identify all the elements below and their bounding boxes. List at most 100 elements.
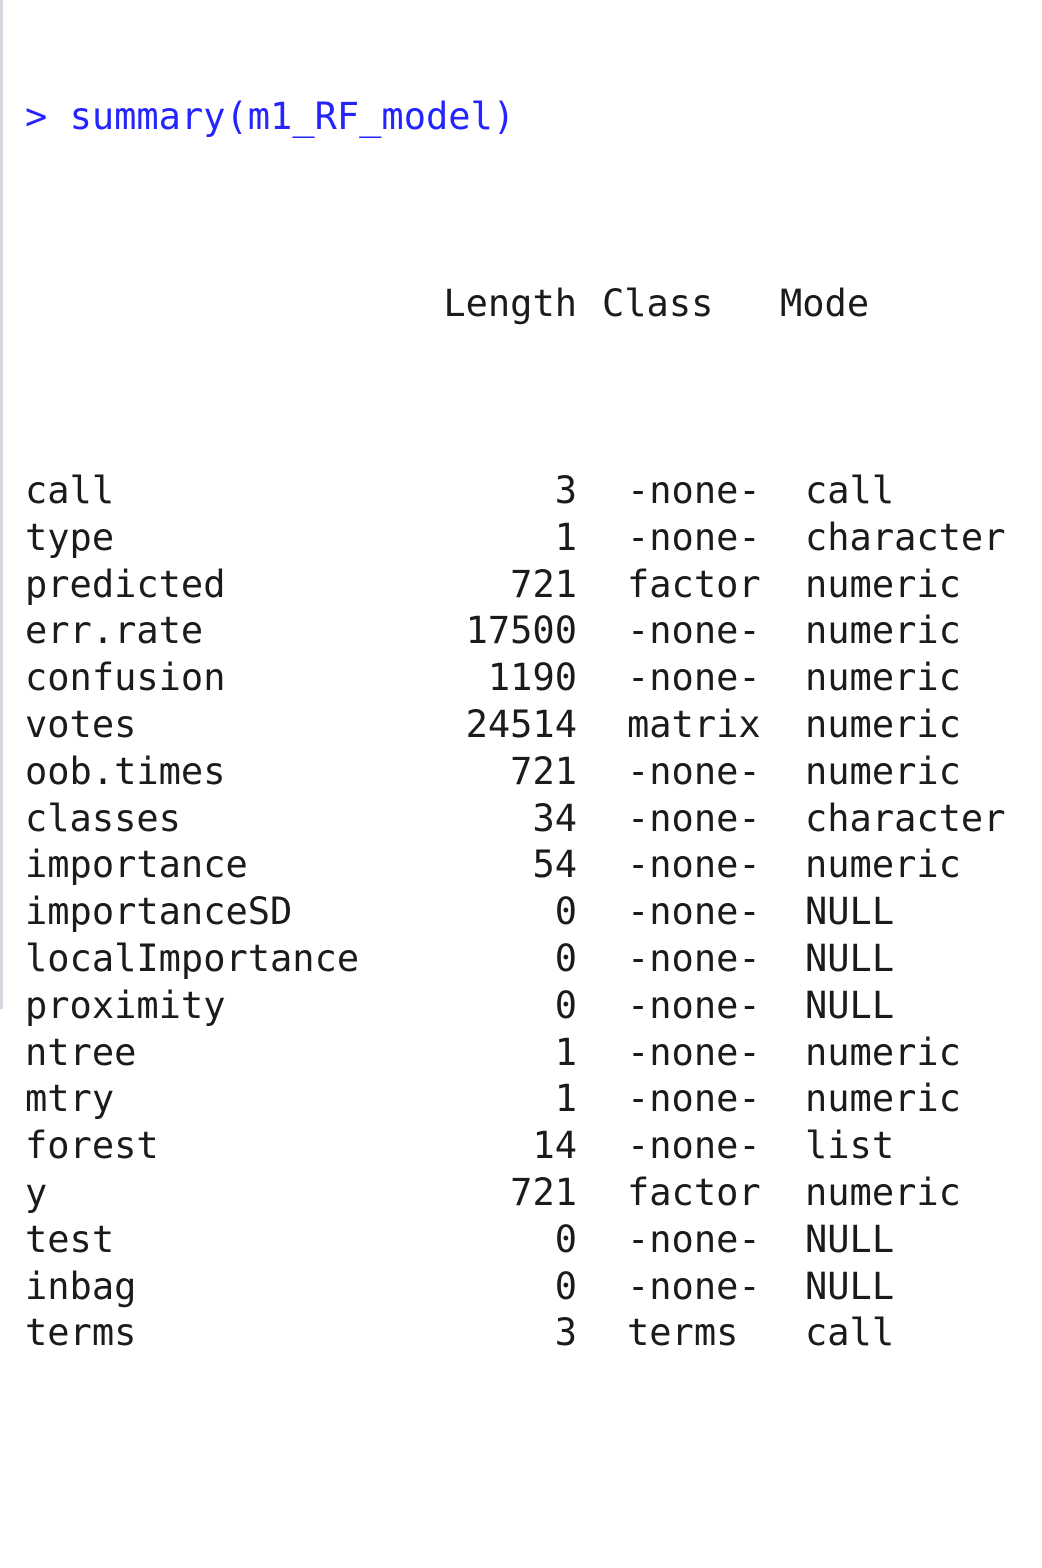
summary-row: votes 24514 matrix numeric [25, 702, 1042, 749]
component-length: 0 [554, 1217, 577, 1261]
component-length: 1 [554, 515, 577, 559]
component-name: type [25, 515, 115, 559]
component-class: -none- [627, 1077, 761, 1121]
component-length: 14 [532, 1124, 577, 1168]
component-mode: numeric [805, 749, 961, 793]
component-class: factor [627, 1170, 761, 1214]
summary-row: importance 54 -none-numeric [25, 842, 1042, 889]
component-class: -none- [627, 609, 761, 653]
component-mode: numeric [805, 609, 961, 653]
component-class: -none- [627, 796, 761, 840]
component-mode: numeric [805, 1170, 961, 1214]
component-name: importance [25, 843, 248, 887]
summary-row: ntree 1 -none-numeric [25, 1030, 1042, 1077]
component-length: 34 [532, 796, 577, 840]
component-mode: numeric [805, 1077, 961, 1121]
component-mode: NULL [805, 1217, 895, 1261]
component-length: 54 [532, 843, 577, 887]
component-class: -none- [627, 1124, 761, 1168]
component-mode: numeric [805, 656, 961, 700]
summary-row: test 0 -none- NULL [25, 1217, 1042, 1264]
component-class: -none- [627, 983, 761, 1027]
component-name: oob.times [25, 749, 226, 793]
component-length: 0 [554, 1264, 577, 1308]
component-mode: character [805, 515, 1006, 559]
component-length: 1190 [487, 656, 577, 700]
input-prompt[interactable]: > [25, 1498, 1042, 1522]
summary-row: type 1 -none-character [25, 515, 1042, 562]
summary-row: oob.times 721 -none-numeric [25, 749, 1042, 796]
summary-row: predicted 721 factor numeric [25, 562, 1042, 609]
component-mode: numeric [805, 1030, 961, 1074]
component-name: err.rate [25, 609, 204, 653]
component-name: y [25, 1170, 48, 1214]
component-name: mtry [25, 1077, 115, 1121]
component-class: -none- [627, 1030, 761, 1074]
component-name: call [25, 468, 115, 512]
component-name: proximity [25, 983, 226, 1027]
component-class: -none- [627, 890, 761, 934]
class-column-header: Class [602, 281, 714, 325]
summary-row: mtry 1 -none-numeric [25, 1076, 1042, 1123]
command-text: summary(m1_RF_model) [69, 94, 516, 138]
summary-row: inbag 0 -none- NULL [25, 1264, 1042, 1311]
component-name: localImportance [25, 936, 360, 980]
component-name: ntree [25, 1030, 137, 1074]
component-length: 0 [554, 983, 577, 1027]
component-class: -none- [627, 515, 761, 559]
component-length: 3 [554, 468, 577, 512]
mode-column-header: Mode [780, 281, 870, 325]
component-mode: call [805, 468, 895, 512]
component-class: -none- [627, 468, 761, 512]
component-name: classes [25, 796, 181, 840]
component-name: inbag [25, 1264, 137, 1308]
length-column-header: Length [443, 281, 577, 325]
summary-row: call 3 -none-call [25, 468, 1042, 515]
summary-row: y 721 factor numeric [25, 1170, 1042, 1217]
component-class: terms [627, 1311, 739, 1355]
summary-table-body: call 3 -none-call type 1 -none-character predi… [25, 468, 1042, 1357]
component-name: forest [25, 1124, 159, 1168]
summary-row: terms 3 terms call [25, 1310, 1042, 1357]
component-class: -none- [627, 843, 761, 887]
component-name: confusion [25, 656, 226, 700]
component-name: votes [25, 702, 137, 746]
summary-header-row: Length Class Mode [25, 281, 1042, 328]
component-length: 721 [510, 1170, 577, 1214]
component-mode: numeric [805, 562, 961, 606]
component-name: importanceSD [25, 890, 293, 934]
prompt-symbol: > [25, 94, 48, 138]
summary-row: err.rate 17500 -none-numeric [25, 608, 1042, 655]
component-length: 1 [554, 1030, 577, 1074]
component-mode: NULL [805, 983, 895, 1027]
component-class: -none- [627, 936, 761, 980]
component-length: 3 [554, 1311, 577, 1355]
component-mode: call [805, 1311, 895, 1355]
component-length: 1 [554, 1077, 577, 1121]
component-length: 0 [554, 936, 577, 980]
component-class: -none- [627, 749, 761, 793]
summary-row: proximity 0 -none- NULL [25, 983, 1042, 1030]
command-line: > summary(m1_RF_model) [25, 94, 1042, 141]
component-length: 721 [510, 749, 577, 793]
component-mode: NULL [805, 890, 895, 934]
summary-row: confusion 1190 -none-numeric [25, 655, 1042, 702]
component-mode: numeric [805, 702, 961, 746]
summary-row: forest 14 -none-list [25, 1123, 1042, 1170]
component-mode: character [805, 796, 1006, 840]
component-mode: numeric [805, 843, 961, 887]
component-length: 17500 [465, 609, 577, 653]
component-mode: list [805, 1124, 895, 1168]
summary-row: localImportance 0 -none- NULL [25, 936, 1042, 983]
component-name: test [25, 1217, 115, 1261]
r-console[interactable]: > summary(m1_RF_model) Length Class Mode c… [0, 0, 1042, 1522]
component-class: -none- [627, 656, 761, 700]
component-class: -none- [627, 1264, 761, 1308]
component-length: 721 [510, 562, 577, 606]
summary-row: importanceSD 0 -none- NULL [25, 889, 1042, 936]
component-mode: NULL [805, 1264, 895, 1308]
component-class: matrix [627, 702, 761, 746]
component-name: terms [25, 1311, 137, 1355]
summary-row: classes 34 -none-character [25, 796, 1042, 843]
component-length: 24514 [465, 702, 577, 746]
